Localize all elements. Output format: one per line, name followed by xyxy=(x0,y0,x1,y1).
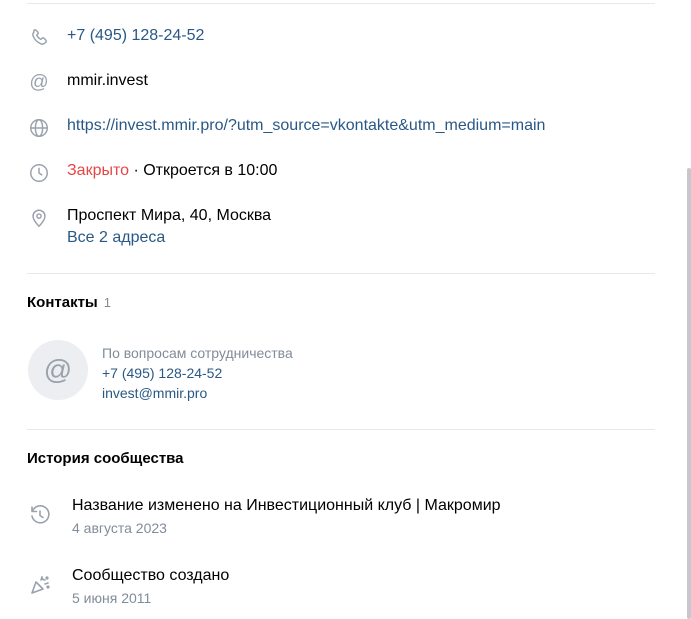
history-item-date: 5 июня 2011 xyxy=(72,590,152,606)
contacts-count: 1 xyxy=(103,295,111,310)
contact-item[interactable]: По вопросам сотрудничества +7 (495) 128-… xyxy=(102,343,293,403)
hours-separator: · xyxy=(129,162,144,179)
contact-avatar[interactable]: @ xyxy=(28,340,88,400)
scrollbar[interactable] xyxy=(687,168,691,619)
history-item-date: 4 августа 2023 xyxy=(72,520,167,536)
phone-icon xyxy=(27,26,51,50)
location-pin-icon xyxy=(27,206,51,230)
history-item-rename: Название изменено на Инвестиционный клуб… xyxy=(27,496,501,538)
history-item-created: Сообщество создано 5 июня 2011 xyxy=(27,566,229,608)
info-divider xyxy=(27,273,655,274)
info-address-row[interactable]: Проспект Мира, 40, Москва Все 2 адреса xyxy=(27,206,271,248)
history-item-title: Название изменено на Инвестиционный клуб… xyxy=(72,497,501,514)
history-heading: История сообщества xyxy=(27,450,184,467)
info-hours-row[interactable]: Закрыто · Откроется в 10:00 xyxy=(27,161,277,185)
hours-text: Закрыто · Откроется в 10:00 xyxy=(67,161,277,181)
contacts-title: Контакты xyxy=(27,294,98,311)
website-link[interactable]: https://invest.mmir.pro/?utm_source=vkon… xyxy=(67,116,545,136)
hours-next: Откроется в 10:00 xyxy=(143,162,278,179)
clock-icon xyxy=(27,161,51,185)
contacts-heading: Контакты 1 xyxy=(27,294,111,311)
globe-icon xyxy=(27,116,51,140)
info-website-row[interactable]: https://invest.mmir.pro/?utm_source=vkon… xyxy=(27,116,545,140)
info-username-row[interactable]: @ mmir.invest xyxy=(27,71,148,95)
history-icon xyxy=(27,502,53,528)
party-popper-icon xyxy=(27,572,53,598)
top-divider xyxy=(27,3,655,4)
contact-description: По вопросам сотрудничества xyxy=(102,345,293,361)
phone-link[interactable]: +7 (495) 128-24-52 xyxy=(67,26,204,46)
address-text: Проспект Мира, 40, Москва xyxy=(67,207,272,224)
history-item-title: Сообщество создано xyxy=(72,567,230,584)
at-sign-icon: @ xyxy=(29,72,49,93)
info-phone-row[interactable]: +7 (495) 128-24-52 xyxy=(27,26,204,50)
all-addresses-link[interactable]: Все 2 адреса xyxy=(67,228,271,248)
username-text[interactable]: mmir.invest xyxy=(67,71,148,91)
address-block: Проспект Мира, 40, Москва Все 2 адреса xyxy=(67,206,271,248)
hours-status: Закрыто xyxy=(67,162,130,179)
contacts-divider xyxy=(27,429,655,430)
at-sign-icon: @ xyxy=(43,354,73,385)
contact-phone-link[interactable]: +7 (495) 128-24-52 xyxy=(102,363,293,383)
contact-email-link[interactable]: invest@mmir.pro xyxy=(102,383,293,403)
